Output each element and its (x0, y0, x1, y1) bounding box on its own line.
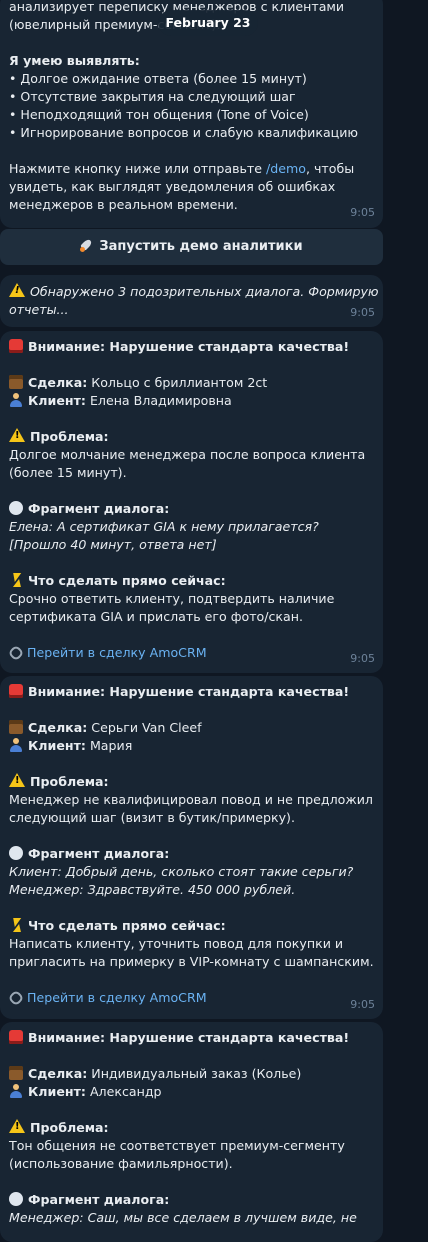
problem-text: (использование фамильярности). (9, 1156, 233, 1171)
alert-message: Внимание: Нарушение стандарта качества! … (0, 331, 383, 673)
warning-icon (9, 1119, 25, 1133)
problem-heading: Проблема: (9, 773, 371, 791)
person-icon (9, 738, 23, 752)
message-time: 9:05 (350, 206, 375, 219)
problem-heading: Проблема: (9, 428, 371, 446)
person-icon (9, 393, 23, 407)
warning-icon (9, 773, 25, 787)
client-row: Клиент: Елена Владимировна (9, 392, 371, 410)
message-time: 9:05 (350, 998, 375, 1011)
problem-heading: Проблема: (9, 1119, 371, 1137)
fragment-text: Менеджер: Саш, мы все сделаем в лучшем в… (9, 1210, 357, 1225)
cta-line-1: Нажмите кнопку ниже или отправьте /demo,… (9, 161, 355, 176)
scan-notice-message: Обнаружено 3 подозрительных диалога. Фор… (0, 275, 383, 327)
action-text: сертификата GIA и прислать его фото/скан… (9, 609, 303, 624)
problem-text: (более 15 минут). (9, 465, 127, 480)
deal-row: Сделка: Кольцо с бриллиантом 2ct (9, 374, 371, 392)
demo-command-link[interactable]: /demo (266, 161, 306, 176)
action-text: Написать клиенту, уточнить повод для пок… (9, 936, 344, 951)
client-name: Александр (89, 1084, 162, 1099)
message-time: 9:05 (350, 652, 375, 665)
crm-deal-link[interactable]: Перейти в сделку AmoCRM (7, 644, 371, 662)
alert-title: Внимание: Нарушение стандарта качества! (9, 1029, 371, 1047)
fragment-text: Менеджер: Здравствуйте. 450 000 рублей. (9, 882, 296, 897)
deal-row: Сделка: Индивидуальный заказ (Колье) (9, 1065, 371, 1083)
date-pill: February 23 (158, 10, 258, 36)
action-text: Срочно ответить клиенту, подтвердить нал… (9, 591, 335, 606)
skill-item: • Долгое ожидание ответа (более 15 минут… (9, 71, 307, 86)
speech-bubble-icon (9, 501, 23, 515)
action-heading: Что сделать прямо сейчас: (9, 572, 371, 590)
link-icon (7, 989, 25, 1007)
rocket-icon (80, 238, 94, 252)
siren-icon (9, 1030, 23, 1044)
deal-name: Серьги Van Cleef (91, 720, 202, 735)
fragment-heading: Фрагмент диалога: (9, 1191, 371, 1209)
fragment-heading: Фрагмент диалога: (9, 845, 371, 863)
alert-title: Внимание: Нарушение стандарта качества! (9, 338, 371, 356)
deal-name: Индивидуальный заказ (Колье) (91, 1066, 302, 1081)
speech-bubble-icon (9, 846, 23, 860)
alert-title: Внимание: Нарушение стандарта качества! (9, 683, 371, 701)
fragment-text: [Прошло 40 минут, ответа нет] (9, 537, 217, 552)
client-name: Мария (89, 738, 133, 753)
deal-name: Кольцо с бриллиантом 2ct (91, 375, 268, 390)
client-row: Клиент: Мария (9, 737, 371, 755)
siren-icon (9, 339, 23, 353)
client-row: Клиент: Александр (9, 1083, 371, 1101)
speech-bubble-icon (9, 1192, 23, 1206)
problem-text: Долгое молчание менеджера после вопроса … (9, 447, 366, 462)
run-demo-label: Запустить демо аналитики (99, 239, 303, 254)
client-name: Елена Владимировна (89, 393, 232, 408)
alert-message: Внимание: Нарушение стандарта качества! … (0, 1022, 383, 1242)
skill-item: • Неподходящий тон общения (Tone of Voic… (9, 107, 309, 122)
warning-icon (9, 283, 25, 297)
action-heading: Что сделать прямо сейчас: (9, 917, 371, 935)
action-text: пригласить на примерку в VIP-комнату с ш… (9, 954, 374, 969)
skill-item: • Игнорирование вопросов и слабую квалиф… (9, 125, 359, 140)
warning-icon (9, 428, 25, 442)
alert-message: Внимание: Нарушение стандарта качества! … (0, 676, 383, 1019)
message-time: 9:05 (350, 306, 375, 319)
fragment-text: Елена: А сертификат GIA к нему прилагает… (9, 519, 319, 534)
fragment-text: Клиент: Добрый день, сколько стоят такие… (9, 864, 354, 879)
briefcase-icon (9, 1066, 23, 1080)
lightning-icon (9, 573, 23, 587)
siren-icon (9, 684, 23, 698)
cta-line-2: увидеть, как выглядят уведомления об оши… (9, 179, 336, 194)
link-icon (7, 644, 25, 662)
skill-item: • Отсутствие закрытия на следующий шаг (9, 89, 296, 104)
notice-line-1: Обнаружено 3 подозрительных диалога. Фор… (9, 283, 379, 301)
briefcase-icon (9, 720, 23, 734)
skills-heading: Я умею выявлять: (9, 53, 140, 68)
problem-text: Менеджер не квалифицировал повод и не пр… (9, 792, 373, 807)
person-icon (9, 1084, 23, 1098)
crm-deal-link[interactable]: Перейти в сделку AmoCRM (7, 989, 371, 1007)
cta-line-3: менеджеров в реальном времени. (9, 197, 238, 212)
notice-line-2: отчеты... (9, 302, 69, 317)
fragment-heading: Фрагмент диалога: (9, 500, 371, 518)
problem-text: Тон общения не соответствует премиум-сег… (9, 1138, 345, 1153)
problem-text: следующий шаг (визит в бутик/примерку). (9, 810, 295, 825)
deal-row: Сделка: Серьги Van Cleef (9, 719, 371, 737)
run-demo-button[interactable]: Запустить демо аналитики (0, 229, 383, 265)
briefcase-icon (9, 375, 23, 389)
lightning-icon (9, 918, 23, 932)
